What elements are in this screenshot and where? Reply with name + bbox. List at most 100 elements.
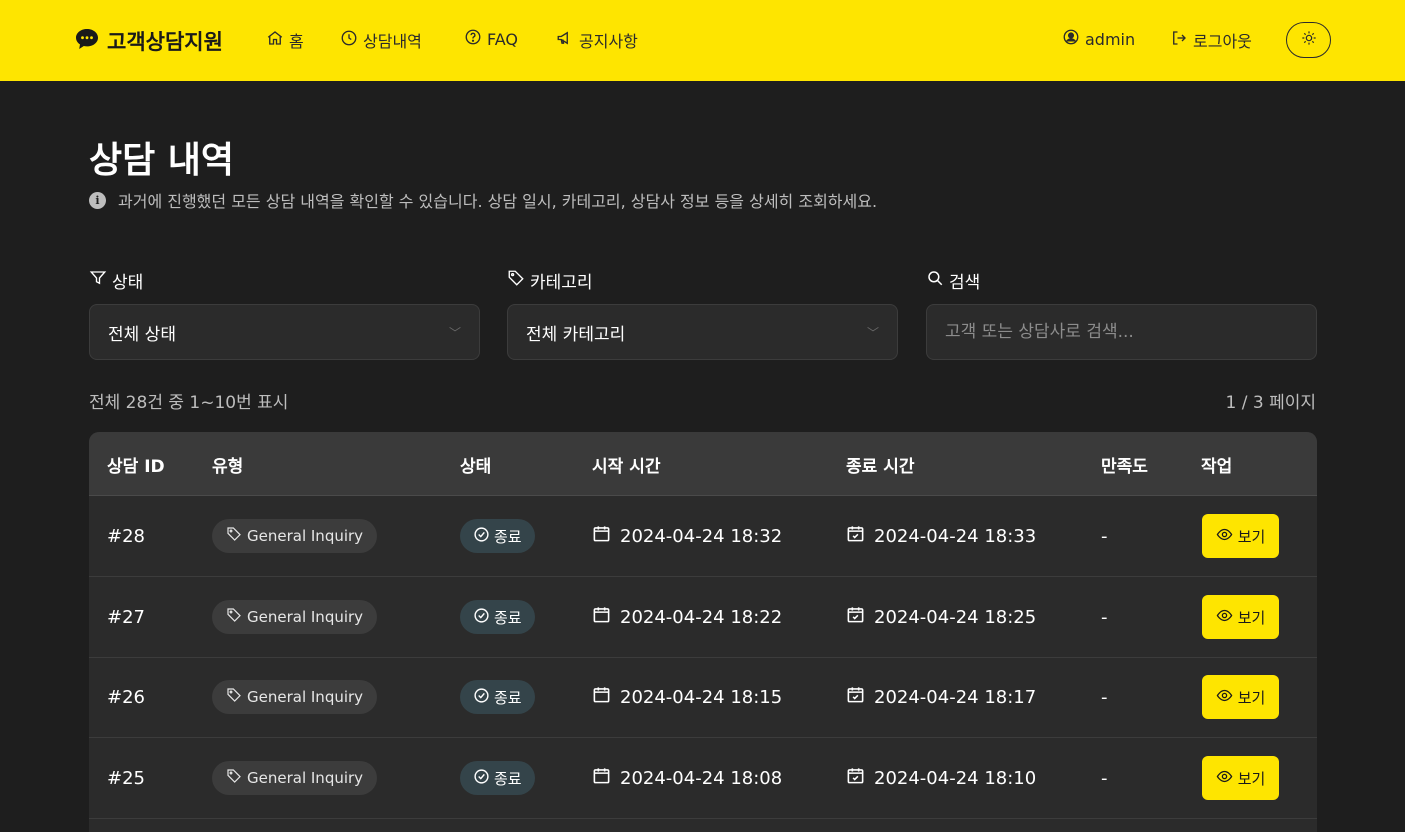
tag-icon — [226, 526, 242, 546]
calendar-icon — [592, 685, 620, 709]
column-header-status[interactable]: 상태 — [460, 452, 491, 477]
brand-logo[interactable]: 고객상담지원 — [75, 26, 223, 56]
page-description-text: 과거에 진행했던 모든 상담 내역을 확인할 수 있습니다. 상담 일시, 카테… — [118, 192, 878, 211]
megaphone-icon — [556, 29, 574, 51]
user-menu[interactable]: admin — [1062, 28, 1135, 50]
calendar-icon — [592, 605, 620, 629]
calendar-check-icon — [846, 685, 874, 709]
view-button-label: 보기 — [1237, 608, 1266, 627]
eye-icon — [1216, 687, 1233, 708]
nav-faq-label: FAQ — [487, 29, 518, 49]
calendar-icon — [592, 524, 620, 548]
status-badge: 종료 — [460, 600, 535, 634]
view-button[interactable]: 보기 — [1202, 675, 1279, 719]
logout-button[interactable]: 로그아웃 — [1170, 28, 1252, 52]
tag-icon — [507, 269, 525, 292]
filter-icon — [89, 269, 107, 292]
column-header-id[interactable]: 상담 ID — [107, 452, 165, 477]
satisfaction: - — [1101, 606, 1108, 628]
status-badge-label: 종료 — [494, 608, 522, 627]
chevron-down-icon: ﹀ — [866, 325, 879, 340]
end-time-text: 2024-04-24 18:33 — [874, 525, 1037, 547]
start-time: 2024-04-24 18:08 — [592, 738, 782, 818]
calendar-icon — [592, 766, 620, 790]
type-tag: General Inquiry — [212, 680, 378, 714]
column-header-start-time[interactable]: 시작 시간 — [592, 452, 660, 477]
view-button-label: 보기 — [1237, 769, 1266, 788]
status-filter-label-text: 상태 — [112, 273, 144, 293]
page-description: i 과거에 진행했던 모든 상담 내역을 확인할 수 있습니다. 상담 일시, … — [89, 188, 877, 212]
nav-history[interactable]: 상담내역 — [340, 28, 422, 52]
status-badge-label: 종료 — [494, 688, 522, 707]
table-header: 상담 ID 유형 상태 시작 시간 종료 시간 만족도 작업 — [89, 432, 1317, 496]
page-indicator: 1 / 3 페이지 — [1225, 393, 1317, 413]
top-navigation-bar: 고객상담지원 홈 상담내역 FAQ 공지사항 admin 로그아웃 — [0, 0, 1405, 81]
view-button-label: 보기 — [1237, 527, 1266, 546]
satisfaction: - — [1101, 767, 1108, 789]
nav-history-label: 상담내역 — [363, 32, 422, 51]
type-tag-label: General Inquiry — [247, 527, 364, 545]
tag-icon — [226, 607, 242, 627]
column-header-end-time[interactable]: 종료 시간 — [846, 452, 914, 477]
end-time: 2024-04-24 18:10 — [846, 738, 1036, 818]
end-time: 2024-04-24 18:25 — [846, 577, 1036, 657]
eye-icon — [1216, 768, 1233, 789]
type-tag: General Inquiry — [212, 519, 378, 553]
category-filter-label-text: 카테고리 — [530, 273, 593, 293]
tag-icon — [226, 768, 242, 788]
start-time-text: 2024-04-24 18:08 — [620, 767, 783, 789]
sun-icon — [1301, 30, 1317, 50]
start-time: 2024-04-24 18:22 — [592, 577, 782, 657]
type-tag: General Inquiry — [212, 761, 378, 795]
calendar-check-icon — [846, 605, 874, 629]
type-tag: General Inquiry — [212, 600, 378, 634]
category-filter-select[interactable]: 전체 카테고리 ﹀ — [507, 304, 898, 360]
start-time: 2024-04-24 18:32 — [592, 496, 782, 576]
table-row: #26 General Inquiry 종료 2024-04-24 18:15 … — [89, 657, 1317, 738]
view-button-label: 보기 — [1237, 688, 1266, 707]
end-time-text: 2024-04-24 18:10 — [874, 767, 1037, 789]
status-badge: 종료 — [460, 680, 535, 714]
eye-icon — [1216, 526, 1233, 547]
username: admin — [1085, 29, 1136, 49]
theme-toggle-button[interactable] — [1286, 22, 1331, 58]
start-time-text: 2024-04-24 18:32 — [620, 525, 783, 547]
view-button[interactable]: 보기 — [1202, 595, 1279, 639]
view-button[interactable]: 보기 — [1202, 514, 1279, 558]
search-input[interactable] — [945, 322, 1298, 342]
end-time: 2024-04-24 18:33 — [846, 496, 1036, 576]
check-circle-icon — [473, 687, 490, 708]
eye-icon — [1216, 607, 1233, 628]
check-circle-icon — [473, 607, 490, 628]
logout-label: 로그아웃 — [1193, 32, 1252, 51]
consultation-id: #25 — [107, 767, 145, 789]
nav-faq[interactable]: FAQ — [464, 28, 518, 50]
end-time: 2024-04-24 18:17 — [846, 657, 1036, 737]
satisfaction: - — [1101, 525, 1108, 547]
column-header-satisfaction[interactable]: 만족도 — [1101, 452, 1148, 477]
nav-notices[interactable]: 공지사항 — [556, 28, 638, 52]
consultation-table: 상담 ID 유형 상태 시작 시간 종료 시간 만족도 작업 #28 Gener… — [89, 432, 1317, 832]
table-row: #25 General Inquiry 종료 2024-04-24 18:08 … — [89, 738, 1317, 819]
nav-notices-label: 공지사항 — [579, 32, 638, 51]
consultation-id: #27 — [107, 606, 145, 628]
result-count: 전체 28건 중 1~10번 표시 — [89, 393, 289, 413]
type-tag-label: General Inquiry — [247, 769, 364, 787]
consultation-id: #26 — [107, 686, 145, 708]
status-filter-value: 전체 상태 — [108, 324, 176, 345]
column-header-type[interactable]: 유형 — [212, 452, 243, 477]
check-circle-icon — [473, 526, 490, 547]
check-circle-icon — [473, 768, 490, 789]
end-time-text: 2024-04-24 18:25 — [874, 606, 1037, 628]
type-tag-label: General Inquiry — [247, 688, 364, 706]
search-field[interactable] — [926, 304, 1317, 360]
status-badge-label: 종료 — [494, 769, 522, 788]
view-button[interactable]: 보기 — [1202, 756, 1279, 800]
clock-icon — [340, 29, 358, 51]
nav-home[interactable]: 홈 — [266, 28, 304, 52]
tag-icon — [226, 687, 242, 707]
column-header-actions: 작업 — [1201, 457, 1233, 477]
question-circle-icon — [464, 28, 482, 50]
start-time: 2024-04-24 18:15 — [592, 657, 782, 737]
status-filter-select[interactable]: 전체 상태 ﹀ — [89, 304, 480, 360]
